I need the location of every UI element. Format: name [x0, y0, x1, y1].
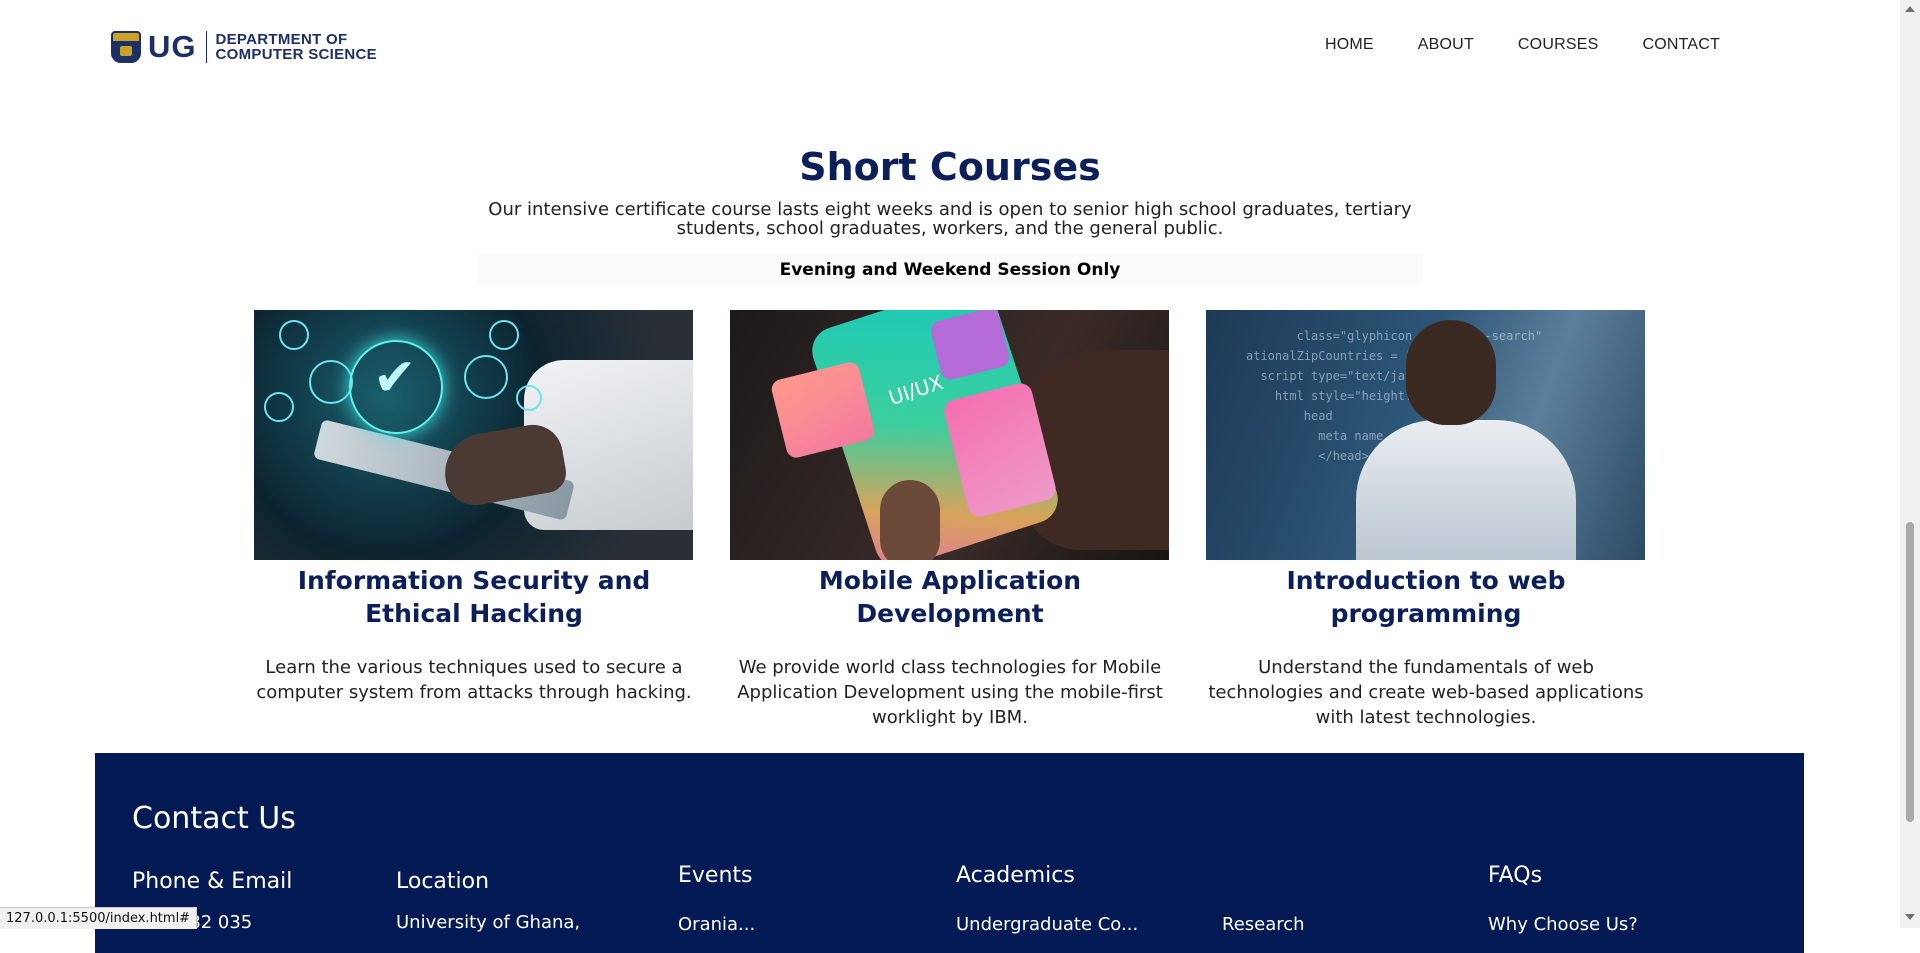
main-nav: HOME ABOUT COURSES CONTACT [1325, 36, 1720, 54]
logo-line-1: DEPARTMENT OF [215, 31, 348, 48]
footer-location-text: University of Ghana, [396, 912, 581, 933]
session-note: Evening and Weekend Session Only [478, 254, 1422, 286]
course-title: Information Security and Ethical Hacking [297, 566, 651, 628]
web-programmer-image: class="glyphicon glyphicon-search" ation… [1206, 310, 1645, 560]
course-card-web: class="glyphicon glyphicon-search" ation… [1206, 310, 1646, 730]
contact-footer: Contact Us Phone & Email ...01 382 035 L… [95, 753, 1804, 953]
scrollbar-thumb[interactable] [1906, 522, 1914, 822]
nav-courses[interactable]: COURSES [1518, 36, 1599, 54]
logo-department-name: DEPARTMENT OF COMPUTER SCIENCE [216, 32, 377, 62]
footer-academics-link[interactable]: Undergraduate Co... [956, 914, 1138, 935]
footer-academics-title: Academics [956, 863, 1075, 888]
course-title: Mobile Application Development [818, 566, 1082, 628]
mobile-ui-ux-image: UI/UX [730, 310, 1169, 560]
course-card-security: Information Security and Ethical Hacking… [254, 310, 694, 705]
security-shield-image [254, 310, 693, 560]
shield-check-icon [349, 340, 443, 434]
page-scrollbar[interactable] [1900, 0, 1920, 928]
footer-phone-email-title: Phone & Email [132, 869, 293, 894]
footer-events-link[interactable]: Orania... [678, 914, 755, 935]
footer-location-title: Location [396, 869, 490, 894]
course-description: We provide world class technologies for … [737, 657, 1163, 728]
course-title: Introduction to web programming [1286, 566, 1566, 628]
nav-home[interactable]: HOME [1325, 36, 1374, 54]
course-description: Understand the fundamentals of web techn… [1208, 657, 1644, 728]
section-description: Our intensive certificate course lasts e… [488, 199, 1412, 239]
short-courses-intro: Short Courses Our intensive certificate … [478, 138, 1422, 286]
browser-status-url: 127.0.0.1:5500/index.html# [0, 907, 198, 929]
footer-faqs-title: FAQs [1488, 863, 1543, 888]
scroll-down-arrow-icon[interactable] [1905, 914, 1915, 920]
footer-events-title: Events [678, 863, 753, 888]
nav-about[interactable]: ABOUT [1418, 36, 1474, 54]
footer-faqs-link[interactable]: Why Choose Us? [1488, 914, 1638, 935]
logo-line-2: COMPUTER SCIENCE [215, 46, 377, 63]
logo-divider [205, 31, 207, 63]
course-card-mobile: UI/UX Mobile Application Development We … [730, 310, 1170, 730]
section-title: Short Courses [799, 145, 1101, 189]
site-header: UG DEPARTMENT OF COMPUTER SCIENCE HOME A… [0, 0, 1900, 92]
scroll-up-arrow-icon[interactable] [1905, 6, 1915, 12]
footer-research-link[interactable]: Research [1222, 914, 1305, 935]
course-description: Learn the various techniques used to sec… [256, 657, 692, 703]
nav-contact[interactable]: CONTACT [1642, 36, 1720, 54]
footer-heading: Contact Us [132, 801, 296, 836]
logo-abbr: UG [148, 29, 197, 64]
crest-icon [111, 31, 141, 63]
ug-logo[interactable]: UG DEPARTMENT OF COMPUTER SCIENCE [111, 29, 377, 65]
